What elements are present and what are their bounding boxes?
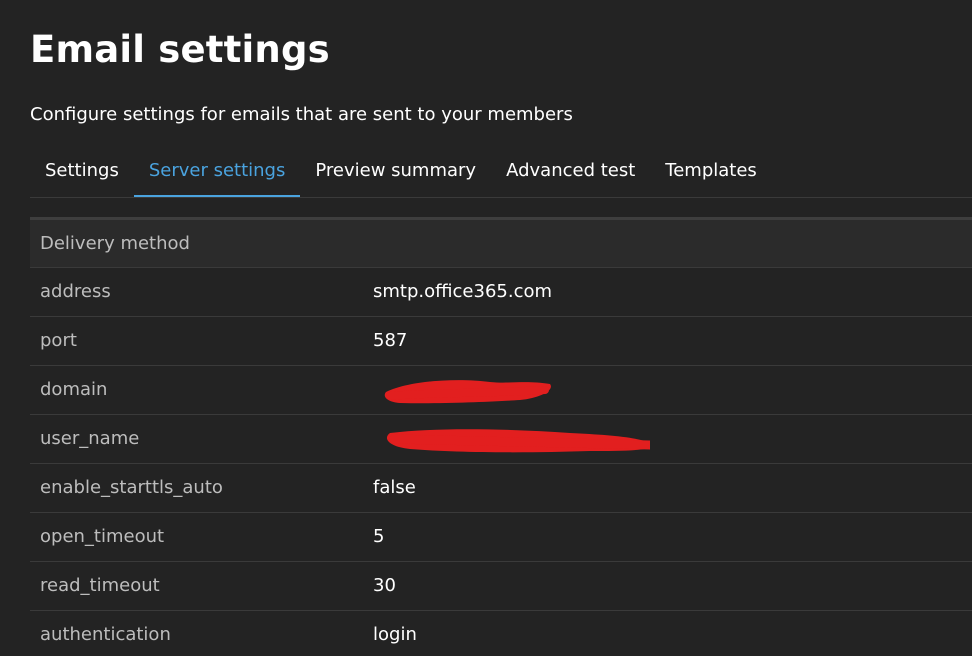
setting-value: 5 bbox=[373, 526, 385, 547]
setting-key: open_timeout bbox=[40, 526, 165, 547]
setting-key: read_timeout bbox=[40, 575, 160, 596]
tab-advanced-test[interactable]: Advanced test bbox=[491, 150, 650, 196]
email-settings-page: Email settings Configure settings for em… bbox=[0, 0, 972, 656]
section-label: Delivery method bbox=[40, 233, 190, 254]
tab-preview-summary[interactable]: Preview summary bbox=[300, 150, 491, 196]
server-settings-table: Delivery method address smtp.office365.c… bbox=[30, 217, 972, 656]
setting-key: port bbox=[40, 330, 77, 351]
setting-key: user_name bbox=[40, 428, 140, 449]
setting-value: login bbox=[373, 624, 417, 645]
tab-settings[interactable]: Settings bbox=[30, 150, 134, 196]
table-row: address smtp.office365.com bbox=[30, 268, 972, 317]
page-title: Email settings bbox=[30, 28, 330, 71]
section-header-row: Delivery method bbox=[30, 220, 972, 268]
setting-key: address bbox=[40, 281, 111, 302]
table-row: authentication login bbox=[30, 611, 972, 656]
setting-value: false bbox=[373, 477, 416, 498]
setting-value: 30 bbox=[373, 575, 396, 596]
page-subtitle: Configure settings for emails that are s… bbox=[30, 104, 573, 125]
tab-bar: Settings Server settings Preview summary… bbox=[30, 150, 972, 198]
table-row: read_timeout 30 bbox=[30, 562, 972, 611]
setting-key: domain bbox=[40, 379, 108, 400]
table-row: open_timeout 5 bbox=[30, 513, 972, 562]
setting-key: enable_starttls_auto bbox=[40, 477, 223, 498]
table-row: user_name bbox=[30, 415, 972, 464]
table-row: port 587 bbox=[30, 317, 972, 366]
setting-value: 587 bbox=[373, 330, 408, 351]
redaction-scribble bbox=[384, 380, 551, 404]
redaction-scribble bbox=[386, 429, 650, 453]
table-row: domain bbox=[30, 366, 972, 415]
setting-value: smtp.office365.com bbox=[373, 281, 553, 302]
tab-server-settings[interactable]: Server settings bbox=[133, 150, 301, 197]
tab-templates[interactable]: Templates bbox=[650, 150, 772, 196]
setting-key: authentication bbox=[40, 624, 171, 645]
table-row: enable_starttls_auto false bbox=[30, 464, 972, 513]
